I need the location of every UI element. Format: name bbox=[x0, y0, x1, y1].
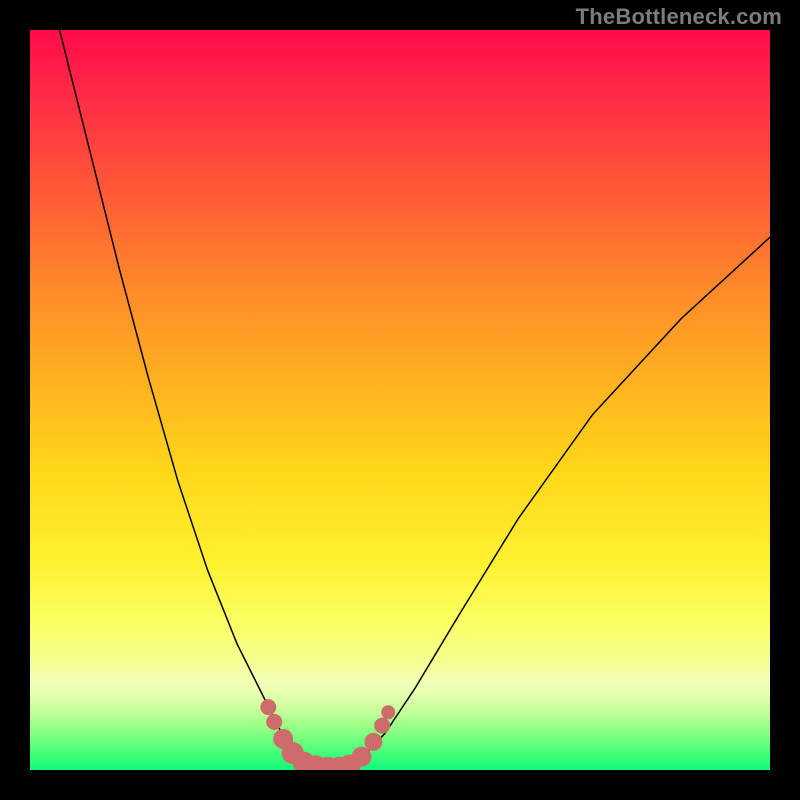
bead-marker bbox=[364, 733, 382, 751]
bead-group bbox=[260, 699, 395, 770]
right-arm-path bbox=[348, 237, 770, 765]
bead-marker bbox=[352, 747, 372, 767]
bead-marker bbox=[260, 699, 276, 715]
watermark-text: TheBottleneck.com bbox=[576, 4, 782, 30]
bead-marker bbox=[374, 718, 390, 734]
bead-marker bbox=[381, 705, 395, 719]
curve-layer bbox=[30, 30, 770, 770]
plot-area bbox=[30, 30, 770, 770]
chart-frame: TheBottleneck.com bbox=[0, 0, 800, 800]
left-arm-path bbox=[60, 30, 312, 766]
bead-marker bbox=[266, 714, 282, 730]
